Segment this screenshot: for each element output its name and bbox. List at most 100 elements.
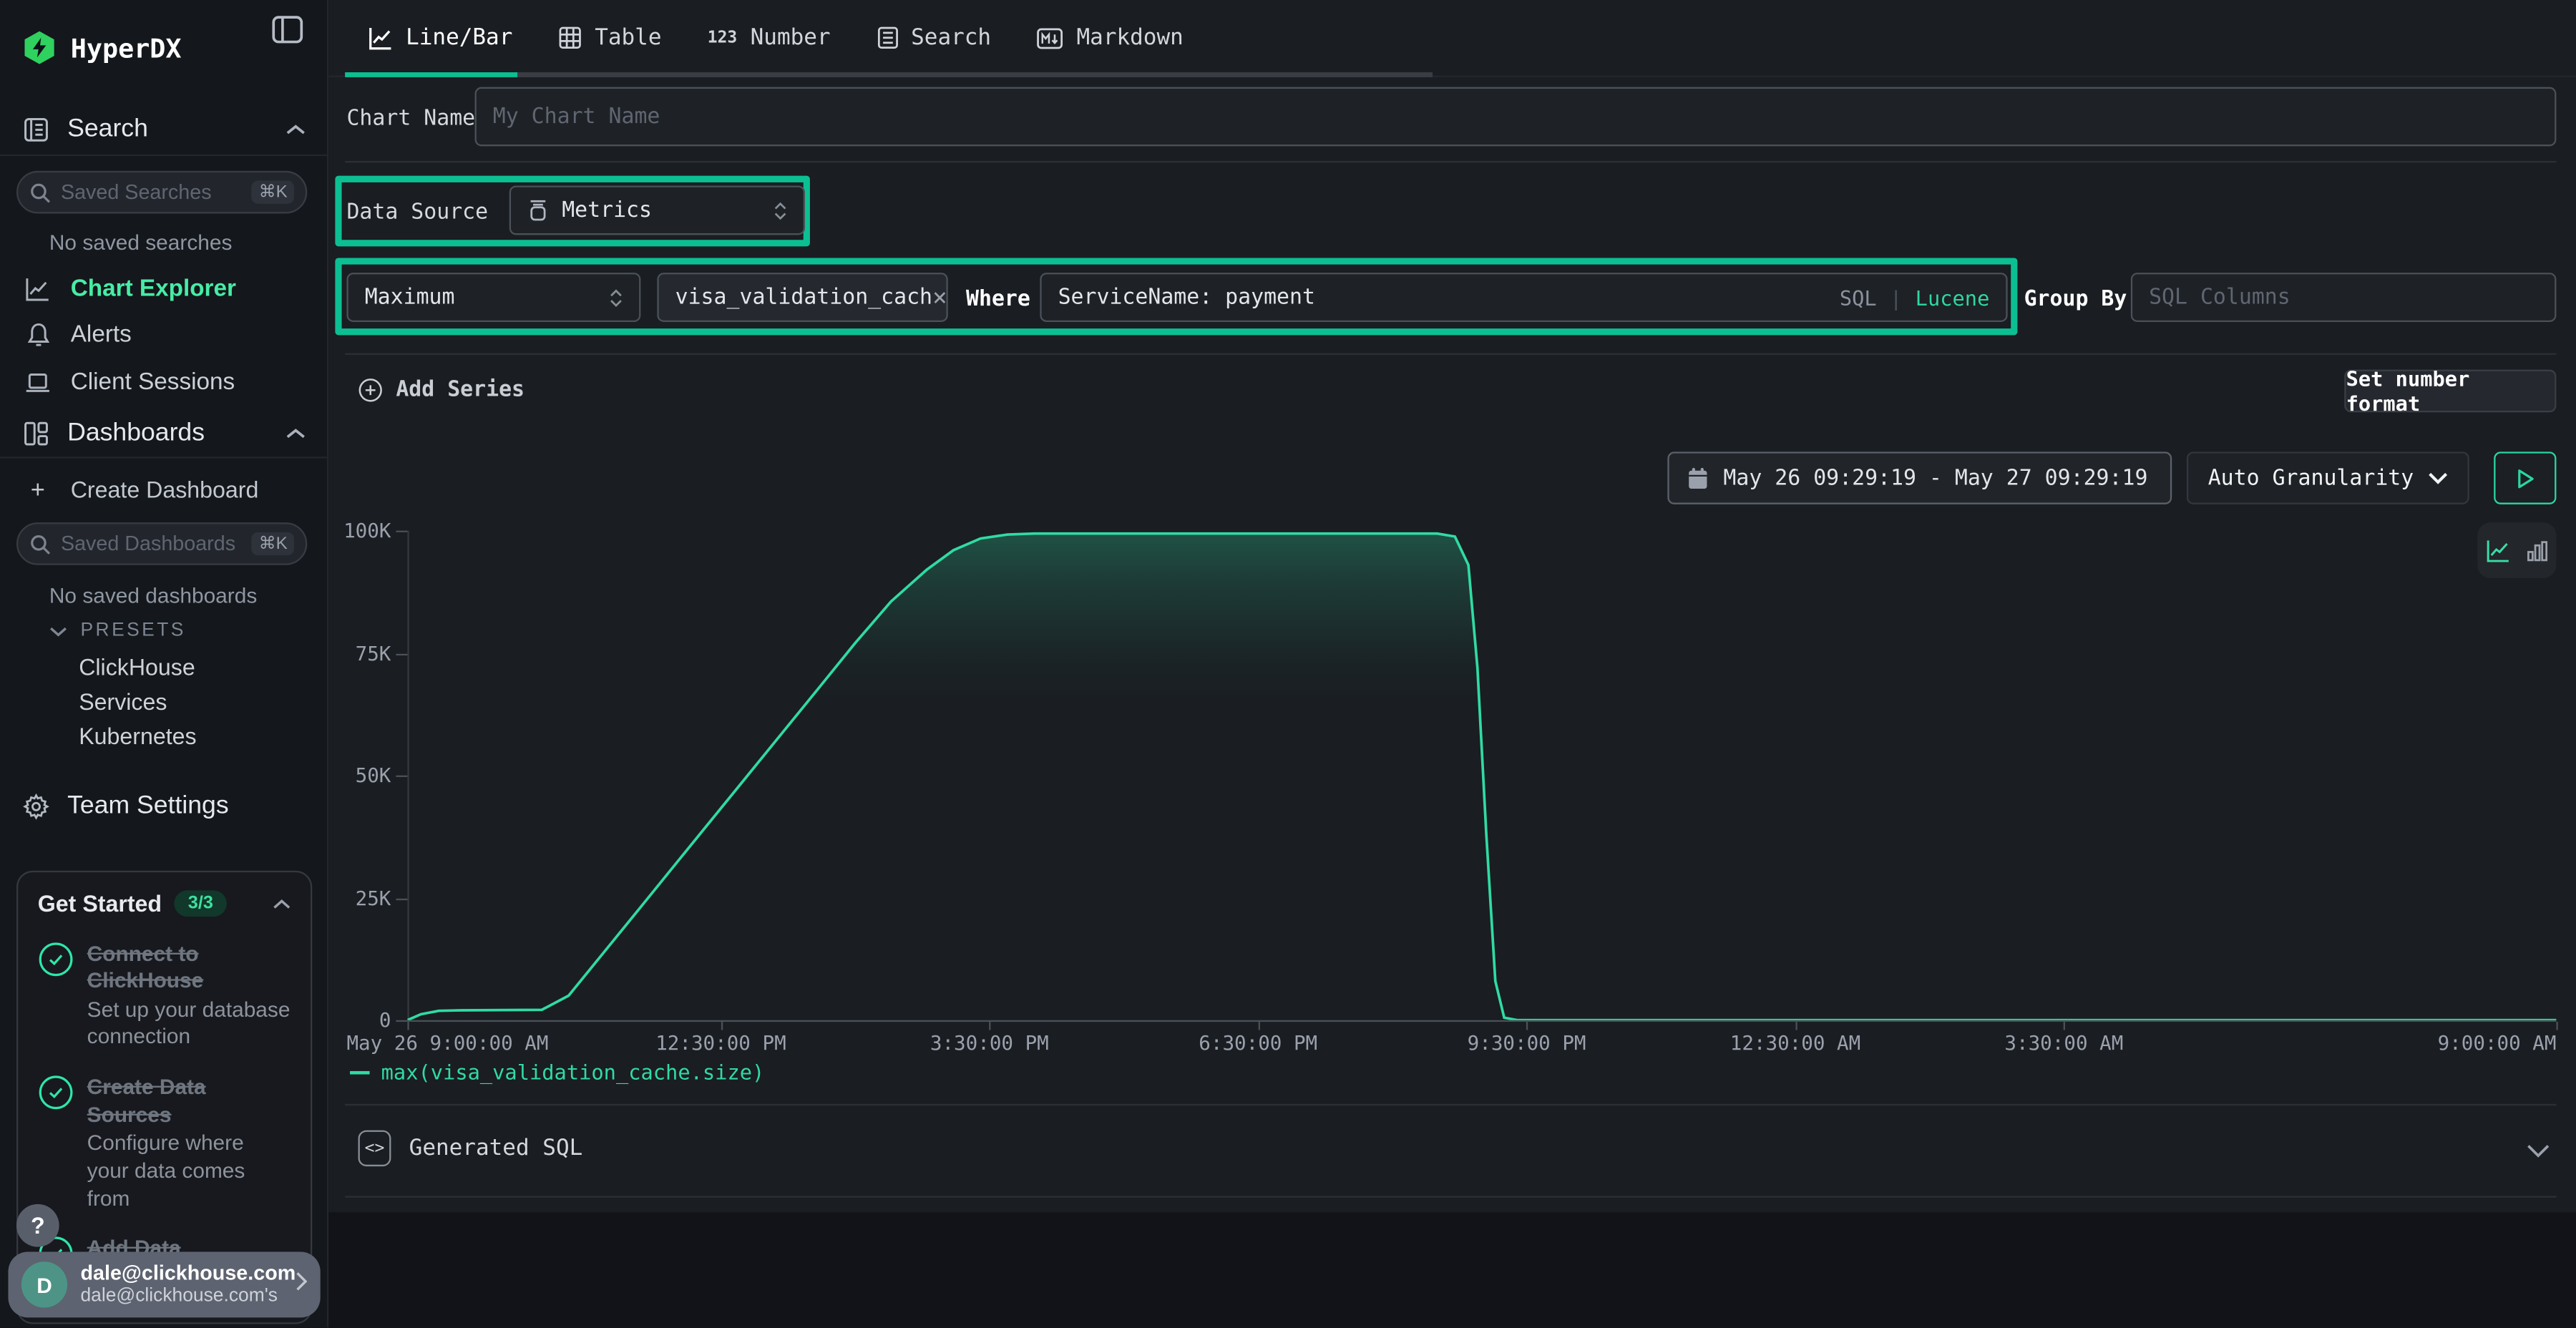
chart-type-tabbar: Line/Bar Table 123 Number Search bbox=[328, 0, 2576, 77]
data-source-select[interactable]: Metrics bbox=[509, 185, 805, 235]
metric-tag[interactable]: visa_validation_cach × bbox=[657, 273, 947, 322]
where-input[interactable]: ServiceName: payment SQL | Lucene bbox=[1040, 273, 2007, 322]
sql-mode-toggle[interactable]: SQL bbox=[1840, 285, 1877, 309]
lucene-mode-toggle[interactable]: Lucene bbox=[1916, 285, 1990, 309]
calendar-icon bbox=[1687, 467, 1709, 489]
x-axis-line bbox=[407, 1020, 2556, 1022]
create-dashboard-button[interactable]: + Create Dashboard bbox=[0, 468, 328, 511]
app-window: HyperDX Search Saved Searches ⌘K No save… bbox=[0, 0, 2576, 1327]
data-source-label: Data Source bbox=[346, 200, 488, 225]
code-icon: <> bbox=[358, 1131, 391, 1167]
check-circle-icon bbox=[38, 1075, 81, 1213]
sidebar-item-chart-explorer[interactable]: Chart Explorer bbox=[0, 268, 328, 311]
sidebar-section-search[interactable]: Search bbox=[0, 105, 328, 156]
team-settings-label: Team Settings bbox=[67, 792, 229, 821]
group-by-placeholder: SQL Columns bbox=[2149, 285, 2290, 309]
saved-searches-input[interactable]: Saved Searches ⌘K bbox=[16, 171, 307, 214]
play-icon bbox=[2516, 467, 2534, 489]
number-123-icon: 123 bbox=[708, 29, 737, 47]
x-tick bbox=[2064, 1022, 2065, 1030]
y-tick-label: 0 bbox=[332, 1009, 391, 1032]
preset-services[interactable]: Services bbox=[79, 688, 167, 715]
sidebar-section-dashboards[interactable]: Dashboards bbox=[0, 409, 328, 459]
chart-name-input[interactable]: My Chart Name bbox=[475, 87, 2557, 147]
tab-search[interactable]: Search bbox=[854, 0, 1014, 77]
run-query-button[interactable] bbox=[2494, 451, 2556, 504]
x-tick bbox=[1795, 1022, 1797, 1030]
generated-sql-label: Generated SQL bbox=[409, 1135, 583, 1161]
add-series-button[interactable]: Add Series bbox=[358, 378, 525, 402]
x-tick bbox=[2556, 1022, 2557, 1030]
database-icon bbox=[527, 199, 549, 222]
y-tick-label: 75K bbox=[332, 642, 391, 665]
active-tab-underline bbox=[345, 72, 517, 77]
aggregation-select[interactable]: Maximum bbox=[346, 273, 640, 322]
group-by-input[interactable]: SQL Columns bbox=[2131, 273, 2557, 322]
x-tick-label: 6:30:00 PM bbox=[1199, 1032, 1317, 1055]
client-sessions-label: Client Sessions bbox=[71, 370, 235, 396]
page-footer-background bbox=[328, 1212, 2576, 1327]
preset-kubernetes[interactable]: Kubernetes bbox=[79, 723, 196, 749]
tab-table[interactable]: Table bbox=[536, 0, 685, 77]
tab-label: Search bbox=[911, 24, 991, 51]
user-email: dale@clickhouse.com bbox=[81, 1261, 296, 1285]
get-started-item-desc: Configure where your data comes from bbox=[87, 1130, 291, 1213]
user-menu[interactable]: D dale@clickhouse.com dale@clickhouse.co… bbox=[8, 1251, 320, 1317]
chevron-up-icon[interactable] bbox=[273, 889, 291, 918]
series-area bbox=[407, 534, 2556, 1020]
shortcut-badge: ⌘K bbox=[252, 181, 294, 204]
x-tick-label: May 26 9:00:00 AM bbox=[346, 1032, 548, 1055]
y-tick-label: 25K bbox=[332, 887, 391, 909]
generated-sql-toggle[interactable]: <> Generated SQL bbox=[358, 1131, 583, 1167]
tab-track bbox=[517, 72, 1433, 77]
chevron-down-icon[interactable] bbox=[2527, 1143, 2550, 1158]
help-button[interactable]: ? bbox=[16, 1204, 59, 1247]
x-tick-label: 3:30:00 PM bbox=[930, 1032, 1049, 1055]
x-tick-label: 3:30:00 AM bbox=[2004, 1032, 2123, 1055]
logo-text: HyperDX bbox=[71, 32, 182, 64]
get-started-item-title: Connect to ClickHouse bbox=[87, 942, 291, 995]
sidebar-collapse-icon[interactable] bbox=[271, 15, 304, 53]
preset-clickhouse[interactable]: ClickHouse bbox=[79, 654, 195, 680]
legend-label: max(visa_validation_cache.size) bbox=[381, 1060, 765, 1084]
tab-label: Table bbox=[595, 24, 661, 51]
x-tick-label: 9:00:00 AM bbox=[2438, 1032, 2557, 1055]
alerts-label: Alerts bbox=[71, 322, 132, 348]
x-tick-label: 12:30:00 AM bbox=[1730, 1032, 1860, 1055]
sidebar-item-alerts[interactable]: Alerts bbox=[0, 314, 328, 357]
x-tick-label: 9:30:00 PM bbox=[1468, 1032, 1586, 1055]
sidebar-search-label: Search bbox=[67, 115, 148, 145]
chart-name-label: Chart Name bbox=[346, 107, 475, 131]
line-chart-icon bbox=[23, 276, 52, 303]
chart-name-placeholder: My Chart Name bbox=[493, 104, 660, 129]
get-started-item-connect[interactable]: Connect to ClickHouse Set up your databa… bbox=[38, 942, 291, 1052]
saved-dashboards-input[interactable]: Saved Dashboards ⌘K bbox=[16, 522, 307, 565]
x-tick bbox=[721, 1022, 722, 1030]
tab-markdown[interactable]: Markdown bbox=[1014, 0, 1206, 77]
tab-line-bar[interactable]: Line/Bar bbox=[345, 0, 535, 77]
set-number-format-button[interactable]: Set number format bbox=[2344, 370, 2556, 413]
chevron-right-icon bbox=[296, 1270, 307, 1299]
presets-toggle[interactable]: PRESETS bbox=[49, 621, 186, 641]
y-tick bbox=[396, 1020, 407, 1022]
where-label: Where bbox=[966, 288, 1030, 312]
close-icon[interactable]: × bbox=[932, 283, 947, 312]
select-chevrons-icon bbox=[610, 288, 623, 306]
chart-legend[interactable]: max(visa_validation_cache.size) bbox=[350, 1060, 764, 1084]
sidebar-item-client-sessions[interactable]: Client Sessions bbox=[0, 361, 328, 404]
sidebar-item-team-settings[interactable]: Team Settings bbox=[0, 782, 328, 831]
tab-number[interactable]: 123 Number bbox=[685, 0, 854, 77]
saved-searches-placeholder: Saved Searches bbox=[61, 181, 252, 204]
granularity-select[interactable]: Auto Granularity bbox=[2187, 451, 2469, 504]
group-by-label: Group By bbox=[2024, 288, 2127, 312]
y-tick bbox=[396, 898, 407, 899]
get-started-item-datasources[interactable]: Create Data Sources Configure where your… bbox=[38, 1075, 291, 1213]
chevron-up-icon bbox=[286, 418, 306, 447]
avatar: D bbox=[21, 1261, 67, 1307]
user-subtitle: dale@clickhouse.com's bbox=[81, 1286, 296, 1309]
circle-plus-icon bbox=[358, 378, 383, 402]
divider bbox=[345, 353, 2556, 355]
create-dashboard-label: Create Dashboard bbox=[71, 477, 259, 503]
get-started-item-title: Create Data Sources bbox=[87, 1075, 291, 1128]
date-range-picker[interactable]: May 26 09:29:19 - May 27 09:29:19 bbox=[1667, 451, 2172, 504]
